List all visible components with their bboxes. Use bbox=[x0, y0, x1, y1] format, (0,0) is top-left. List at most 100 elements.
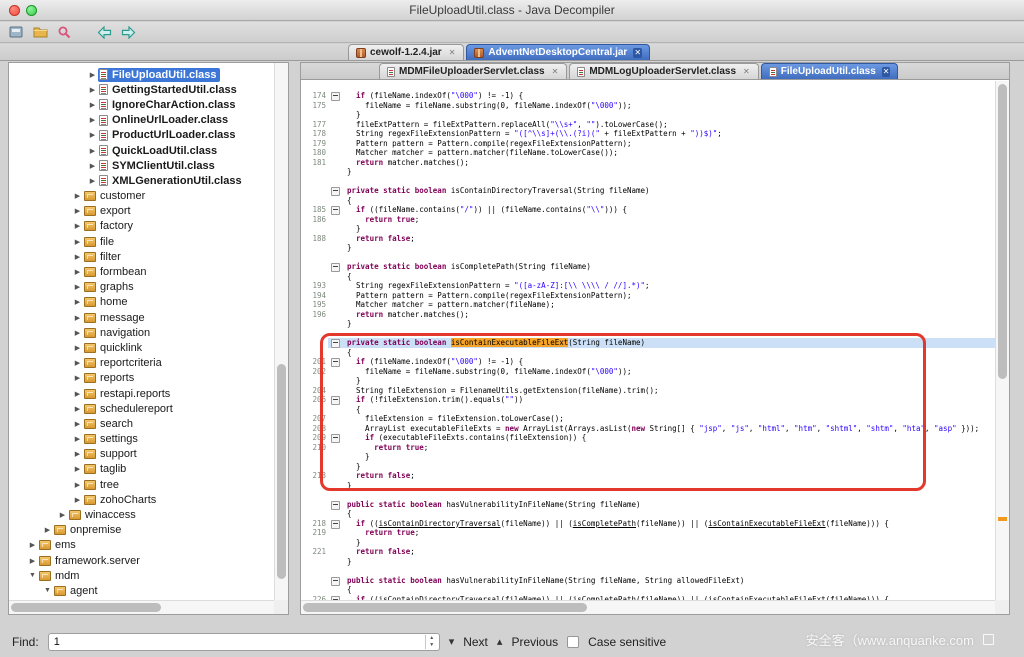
fold-toggle-icon[interactable] bbox=[328, 186, 342, 196]
editor-tab-mdmfileuploaderservlet-class[interactable]: MDMFileUploaderServlet.class✕ bbox=[379, 63, 567, 79]
expand-arrow-icon[interactable]: ▶ bbox=[87, 71, 98, 79]
fold-toggle-icon[interactable] bbox=[328, 576, 342, 586]
find-input[interactable] bbox=[49, 634, 424, 650]
expand-arrow-icon[interactable]: ▶ bbox=[87, 101, 98, 109]
expand-arrow-icon[interactable]: ▶ bbox=[72, 420, 83, 428]
tree-item-symclientutil-class[interactable]: ▶SYMClientUtil.class bbox=[9, 158, 273, 173]
expand-arrow-icon[interactable]: ▶ bbox=[72, 405, 83, 413]
close-tab-icon[interactable]: ✕ bbox=[882, 67, 891, 77]
tree-item-ignorecharaction-class[interactable]: ▶IgnoreCharAction.class bbox=[9, 97, 273, 112]
tree-item-home[interactable]: ▶home bbox=[9, 295, 273, 310]
expand-arrow-icon[interactable]: ▶ bbox=[27, 541, 38, 549]
expand-arrow-icon[interactable]: ▶ bbox=[72, 435, 83, 443]
tree-item-quickloadutil-class[interactable]: ▶QuickLoadUtil.class bbox=[9, 143, 273, 158]
close-window-button[interactable] bbox=[9, 5, 20, 16]
tree-item-producturlloader-class[interactable]: ▶ProductUrlLoader.class bbox=[9, 128, 273, 143]
expand-arrow-icon[interactable]: ▶ bbox=[42, 526, 53, 534]
tree-item-export[interactable]: ▶export bbox=[9, 204, 273, 219]
fold-toggle-icon[interactable] bbox=[328, 338, 342, 348]
expand-arrow-icon[interactable]: ▶ bbox=[72, 222, 83, 230]
fold-toggle-icon[interactable] bbox=[328, 357, 342, 367]
tree-item-onlineurlloader-class[interactable]: ▶OnlineUrlLoader.class bbox=[9, 113, 273, 128]
tree-item-zohocharts[interactable]: ▶zohoCharts bbox=[9, 492, 273, 507]
zoom-window-button[interactable] bbox=[26, 5, 37, 16]
expand-arrow-icon[interactable]: ▶ bbox=[87, 131, 98, 139]
open-file-icon[interactable] bbox=[8, 24, 24, 40]
fold-toggle-icon[interactable] bbox=[328, 519, 342, 529]
tree-item-settings[interactable]: ▶settings bbox=[9, 432, 273, 447]
fold-toggle-icon[interactable] bbox=[328, 262, 342, 272]
tree-item-customer[interactable]: ▶customer bbox=[9, 189, 273, 204]
editor-vertical-scrollbar[interactable] bbox=[995, 81, 1009, 601]
editor-horizontal-scrollbar[interactable] bbox=[301, 600, 996, 614]
editor-tab-fileuploadutil-class[interactable]: FileUploadUtil.class✕ bbox=[761, 63, 899, 79]
tree-item-factory[interactable]: ▶factory bbox=[9, 219, 273, 234]
expand-arrow-icon[interactable]: ▶ bbox=[87, 116, 98, 124]
case-sensitive-checkbox[interactable] bbox=[567, 636, 579, 648]
tree-item-reportcriteria[interactable]: ▶reportcriteria bbox=[9, 356, 273, 371]
expand-arrow-icon[interactable]: ▶ bbox=[72, 481, 83, 489]
tree-item-graphs[interactable]: ▶graphs bbox=[9, 280, 273, 295]
tree-item-onpremise[interactable]: ▶onpremise bbox=[9, 523, 273, 538]
fold-toggle-icon[interactable] bbox=[328, 395, 342, 405]
tree-item-tree[interactable]: ▶tree bbox=[9, 477, 273, 492]
code-editor[interactable]: 174 if (fileName.indexOf("\000") != -1) … bbox=[301, 81, 996, 601]
scrollbar-thumb[interactable] bbox=[998, 84, 1007, 379]
close-tab-icon[interactable]: ✕ bbox=[448, 48, 457, 58]
expand-arrow-icon[interactable]: ▶ bbox=[72, 359, 83, 367]
expand-arrow-icon[interactable]: ▶ bbox=[57, 511, 68, 519]
tree-item-file[interactable]: ▶file bbox=[9, 234, 273, 249]
scrollbar-thumb[interactable] bbox=[303, 603, 587, 612]
tree-item-fileuploadutil-class[interactable]: ▶FileUploadUtil.class bbox=[9, 67, 273, 82]
tree-item-winaccess[interactable]: ▶winaccess bbox=[9, 507, 273, 522]
collapse-arrow-icon[interactable]: ▼ bbox=[42, 587, 53, 594]
tree-item-ems[interactable]: ▶ems bbox=[9, 538, 273, 553]
tree-item-filter[interactable]: ▶filter bbox=[9, 249, 273, 264]
expand-arrow-icon[interactable]: ▶ bbox=[87, 162, 98, 170]
expand-arrow-icon[interactable]: ▶ bbox=[72, 329, 83, 337]
tree-item-restapi-reports[interactable]: ▶restapi.reports bbox=[9, 386, 273, 401]
expand-arrow-icon[interactable]: ▶ bbox=[72, 390, 83, 398]
tree-vertical-scrollbar[interactable] bbox=[274, 63, 288, 600]
fold-toggle-icon[interactable] bbox=[328, 205, 342, 215]
expand-arrow-icon[interactable]: ▶ bbox=[72, 374, 83, 382]
tree-item-quicklink[interactable]: ▶quicklink bbox=[9, 340, 273, 355]
expand-arrow-icon[interactable]: ▶ bbox=[72, 344, 83, 352]
tree-horizontal-scrollbar[interactable] bbox=[9, 600, 274, 614]
expand-arrow-icon[interactable]: ▶ bbox=[72, 192, 83, 200]
collapse-arrow-icon[interactable]: ▼ bbox=[27, 572, 38, 579]
expand-arrow-icon[interactable]: ▶ bbox=[72, 253, 83, 261]
forward-icon[interactable] bbox=[120, 24, 136, 40]
expand-arrow-icon[interactable]: ▶ bbox=[87, 86, 98, 94]
tree-item-schedulereport[interactable]: ▶schedulereport bbox=[9, 401, 273, 416]
expand-arrow-icon[interactable]: ▶ bbox=[72, 314, 83, 322]
close-tab-icon[interactable]: ✕ bbox=[742, 67, 751, 77]
expand-arrow-icon[interactable]: ▶ bbox=[27, 557, 38, 565]
stepper-down-icon[interactable]: ▼ bbox=[426, 642, 438, 649]
tree-item-xmlgenerationutil-class[interactable]: ▶XMLGenerationUtil.class bbox=[9, 173, 273, 188]
expand-arrow-icon[interactable]: ▶ bbox=[72, 283, 83, 291]
tree-item-framework-server[interactable]: ▶framework.server bbox=[9, 553, 273, 568]
tree-item-taglib[interactable]: ▶taglib bbox=[9, 462, 273, 477]
find-next-button[interactable]: Next bbox=[463, 635, 488, 649]
expand-arrow-icon[interactable]: ▶ bbox=[72, 496, 83, 504]
search-icon[interactable] bbox=[56, 24, 72, 40]
expand-arrow-icon[interactable]: ▶ bbox=[72, 298, 83, 306]
expand-arrow-icon[interactable]: ▶ bbox=[72, 238, 83, 246]
tree-item-formbean[interactable]: ▶formbean bbox=[9, 264, 273, 279]
editor-tab-mdmloguploaderservlet-class[interactable]: MDMLogUploaderServlet.class✕ bbox=[569, 63, 758, 79]
open-folder-icon[interactable] bbox=[32, 24, 48, 40]
tree-item-search[interactable]: ▶search bbox=[9, 416, 273, 431]
find-stepper[interactable]: ▲▼ bbox=[425, 635, 438, 649]
scrollbar-thumb[interactable] bbox=[277, 364, 286, 579]
find-previous-button[interactable]: Previous bbox=[511, 635, 558, 649]
expand-arrow-icon[interactable]: ▶ bbox=[72, 450, 83, 458]
tree-item-agent[interactable]: ▼agent bbox=[9, 583, 273, 598]
fold-toggle-icon[interactable] bbox=[328, 91, 342, 101]
tree-item-message[interactable]: ▶message bbox=[9, 310, 273, 325]
expand-arrow-icon[interactable]: ▶ bbox=[72, 465, 83, 473]
expand-arrow-icon[interactable]: ▶ bbox=[72, 268, 83, 276]
tree-item-mdm[interactable]: ▼mdm bbox=[9, 568, 273, 583]
close-tab-icon[interactable]: ✕ bbox=[633, 48, 642, 58]
jar-tab-adventnetdesktopcentral-jar[interactable]: AdventNetDesktopCentral.jar✕ bbox=[466, 44, 650, 60]
